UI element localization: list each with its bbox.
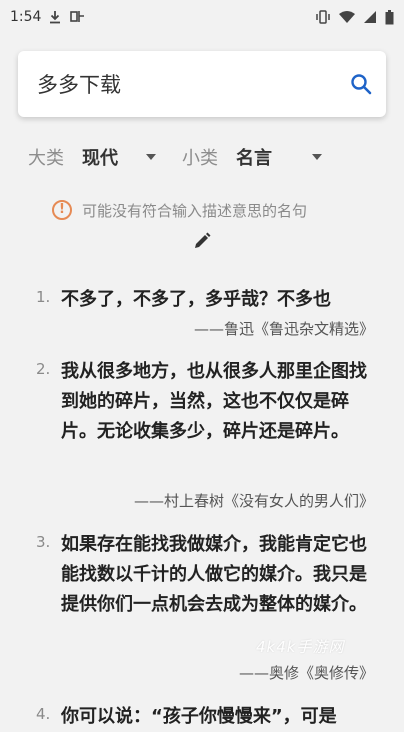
signal-icon bbox=[363, 10, 377, 24]
search-input[interactable]: 多多下载 bbox=[37, 69, 121, 99]
subcategory-label: 小类 bbox=[182, 148, 218, 169]
watermark: 4k4k手游网 bbox=[256, 638, 345, 656]
vibrate-icon bbox=[315, 10, 331, 24]
download-icon bbox=[49, 10, 61, 24]
filter-row: 大类 现代 小类 名言 bbox=[28, 141, 378, 173]
quote-text: 不多了，不多了，多乎哉？不多也 bbox=[61, 289, 331, 310]
warning-icon: ! bbox=[52, 200, 72, 220]
subcategory-select[interactable]: 名言 bbox=[236, 144, 272, 170]
edit-icon[interactable] bbox=[193, 232, 211, 254]
battery-icon bbox=[385, 9, 394, 25]
app-notification-icon bbox=[69, 10, 85, 24]
list-item-number: 4. bbox=[36, 705, 51, 723]
notice-text: 可能没有符合输入描述意思的名句 bbox=[82, 201, 308, 220]
quote-source: ——村上春树《没有女人的男人们》 bbox=[133, 492, 374, 510]
status-time: 1:54 bbox=[10, 9, 42, 25]
chevron-down-icon[interactable] bbox=[146, 154, 156, 160]
quote-source: ——奥修《奥修传》 bbox=[238, 664, 374, 682]
quote-text: 我从很多地方，也从很多人那里企图找到她的碎片，当然，这也不仅仅是碎片。无论收集多… bbox=[61, 361, 367, 442]
quote-source: ——鲁迅《鲁迅杂文精选》 bbox=[193, 320, 374, 338]
chevron-down-icon[interactable] bbox=[312, 154, 322, 160]
list-item-number: 1. bbox=[36, 288, 51, 306]
status-bar: 1:54 bbox=[0, 0, 404, 34]
quote-text: 如果存在能找我做媒介，我能肯定它也能找数以千计的人做它的媒介。我只是提供你们一点… bbox=[61, 534, 367, 615]
list-item-number: 2. bbox=[36, 360, 51, 378]
quote-text: 你可以说：“孩子你慢慢来”，可是 bbox=[61, 706, 337, 727]
search-icon[interactable] bbox=[350, 73, 372, 95]
category-select[interactable]: 现代 bbox=[82, 144, 118, 170]
status-right bbox=[315, 9, 394, 25]
no-match-notice: ! 可能没有符合输入描述意思的名句 bbox=[52, 198, 372, 222]
list-item-number: 3. bbox=[36, 533, 51, 551]
search-bar[interactable]: 多多下载 bbox=[18, 51, 386, 117]
wifi-icon bbox=[339, 10, 355, 24]
status-left: 1:54 bbox=[10, 9, 85, 25]
category-label: 大类 bbox=[28, 148, 64, 169]
